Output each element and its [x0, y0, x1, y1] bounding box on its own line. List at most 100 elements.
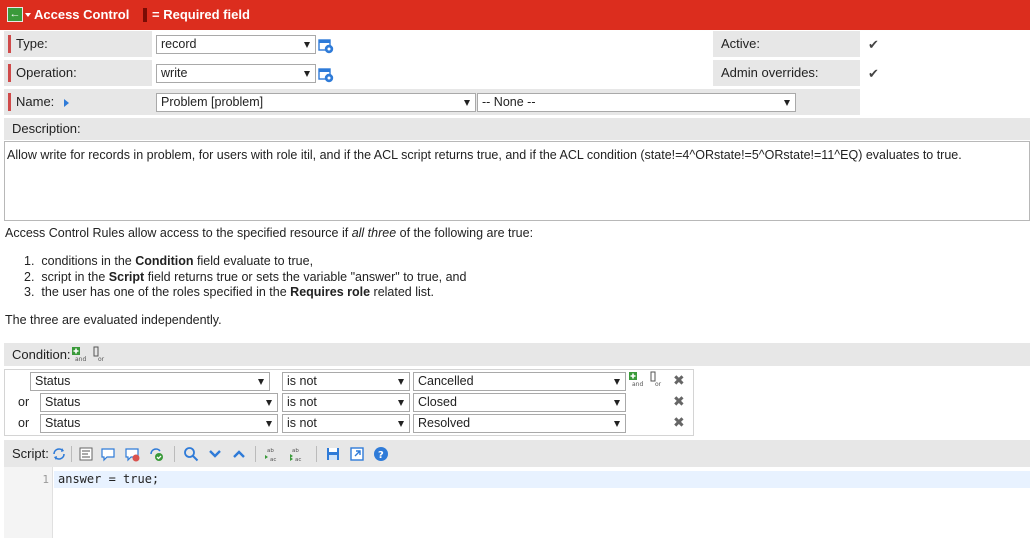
form-header: ← Access Control = Required field [0, 0, 1030, 30]
info-item-text: the user has one of the roles specified … [41, 285, 291, 299]
operation-select[interactable]: write [156, 64, 316, 83]
chevron-down-icon [304, 42, 310, 48]
type-label: Type: [4, 31, 152, 57]
active-label: Active: [713, 31, 860, 57]
delete-condition-icon[interactable]: ✖ [673, 415, 685, 429]
condition-operator-select[interactable]: is not [282, 372, 410, 391]
replace-icon[interactable]: ab ac [264, 446, 280, 462]
delete-condition-icon[interactable]: ✖ [673, 394, 685, 408]
name-field-select[interactable]: -- None -- [477, 93, 796, 112]
info-list-item: 3. the user has one of the roles specifi… [24, 285, 466, 301]
toggle-syntax-icon[interactable] [51, 446, 67, 462]
required-marker [143, 8, 147, 22]
save-icon[interactable] [325, 446, 341, 462]
script-label: Script: [12, 446, 49, 461]
fullscreen-icon[interactable] [349, 446, 365, 462]
info-item-text: conditions in the [41, 254, 136, 268]
type-select-value: record [161, 37, 197, 51]
chevron-down-icon [784, 100, 790, 106]
check-syntax-icon[interactable] [148, 446, 164, 462]
info-item-bold: Requires role [290, 285, 371, 299]
chevron-down-icon [398, 421, 404, 427]
search-icon[interactable] [183, 446, 199, 462]
add-and-condition-icon[interactable]: and [71, 346, 87, 362]
info-intro-after: of the following are true: [396, 226, 534, 240]
operation-select-value: write [161, 66, 188, 80]
replace-all-icon[interactable]: ab ac [289, 446, 305, 462]
condition-operator-value: is not [287, 395, 317, 409]
info-item-text: field returns true or sets the variable … [144, 269, 467, 284]
info-closing: The three are evaluated independently. [5, 313, 222, 327]
info-item-text: related list. [370, 285, 434, 299]
required-marker [8, 64, 11, 82]
add-or-condition-icon[interactable]: or [92, 346, 108, 362]
description-textarea[interactable]: Allow write for records in problem, for … [4, 141, 1030, 221]
svg-text:and: and [632, 381, 643, 387]
admin-overrides-label: Admin overrides: [713, 60, 860, 86]
svg-text:?: ? [378, 450, 384, 461]
chevron-down-icon [614, 421, 620, 427]
name-table-select[interactable]: Problem [problem] [156, 93, 476, 112]
active-checkbox[interactable]: ✔ [868, 38, 881, 51]
chevron-down-icon [614, 379, 620, 385]
uncomment-icon[interactable] [124, 446, 140, 462]
condition-value-select[interactable]: Cancelled [413, 372, 626, 391]
condition-field-select[interactable]: Status [40, 414, 278, 433]
condition-value-select[interactable]: Resolved [413, 414, 626, 433]
chevron-down-icon [398, 400, 404, 406]
type-label-text: Type: [16, 36, 48, 51]
condition-field-value: Status [35, 374, 71, 388]
condition-operator-value: is not [287, 416, 317, 430]
condition-field-select[interactable]: Status [30, 372, 270, 391]
description-label-text: Description: [12, 121, 81, 136]
condition-operator-value: is not [287, 374, 317, 388]
condition-label-text: Condition: [12, 347, 71, 362]
toolbar-divider [71, 446, 72, 462]
help-icon[interactable]: ? [373, 446, 389, 462]
type-select[interactable]: record [156, 35, 316, 54]
svg-text:ab: ab [267, 448, 274, 454]
condition-field-value: Status [45, 416, 81, 430]
delete-condition-icon[interactable]: ✖ [673, 373, 685, 387]
svg-text:or: or [655, 381, 662, 387]
chevron-down-icon [266, 400, 272, 406]
admin-overrides-label-text: Admin overrides: [721, 65, 819, 80]
info-intro-em: all three [351, 226, 397, 240]
comment-icon[interactable] [100, 446, 116, 462]
back-arrow-icon[interactable]: ← [7, 7, 23, 22]
chevron-down-icon [258, 379, 264, 385]
find-previous-icon[interactable] [231, 446, 247, 462]
admin-overrides-checkbox[interactable]: ✔ [868, 67, 881, 80]
required-marker [8, 35, 11, 53]
info-intro: Access Control Rules allow access to the… [5, 226, 533, 240]
svg-text:and: and [75, 356, 86, 362]
condition-field-select[interactable]: Status [40, 393, 278, 412]
condition-or-label: or [18, 416, 30, 430]
add-and-condition-icon[interactable]: and [628, 371, 644, 387]
condition-operator-select[interactable]: is not [282, 414, 410, 433]
add-or-condition-icon[interactable]: or [649, 371, 665, 387]
back-menu-caret-icon[interactable] [25, 13, 31, 17]
svg-text:ac: ac [295, 457, 301, 462]
chevron-down-icon [266, 421, 272, 427]
reference-lookup-icon[interactable] [318, 38, 334, 54]
name-table-value: Problem [problem] [161, 95, 264, 109]
code-line[interactable]: answer = true; [54, 471, 1030, 488]
script-editor[interactable]: 1 answer = true; [4, 467, 1030, 538]
chevron-down-icon [398, 379, 404, 385]
line-number-gutter: 1 [4, 467, 53, 538]
active-label-text: Active: [721, 36, 761, 51]
description-label: Description: [4, 118, 1030, 140]
condition-value-text: Resolved [418, 416, 471, 430]
condition-operator-select[interactable]: is not [282, 393, 410, 412]
chevron-down-icon [614, 400, 620, 406]
chevron-down-icon [464, 100, 470, 106]
operation-label: Operation: [4, 60, 152, 86]
svg-text:ac: ac [270, 457, 276, 462]
condition-value-select[interactable]: Closed [413, 393, 626, 412]
name-row-spacer [4, 89, 152, 115]
info-list-item: 1. conditions in the Condition field eva… [24, 254, 466, 270]
find-next-icon[interactable] [207, 446, 223, 462]
format-code-icon[interactable] [78, 446, 94, 462]
reference-lookup-icon[interactable] [318, 67, 334, 83]
